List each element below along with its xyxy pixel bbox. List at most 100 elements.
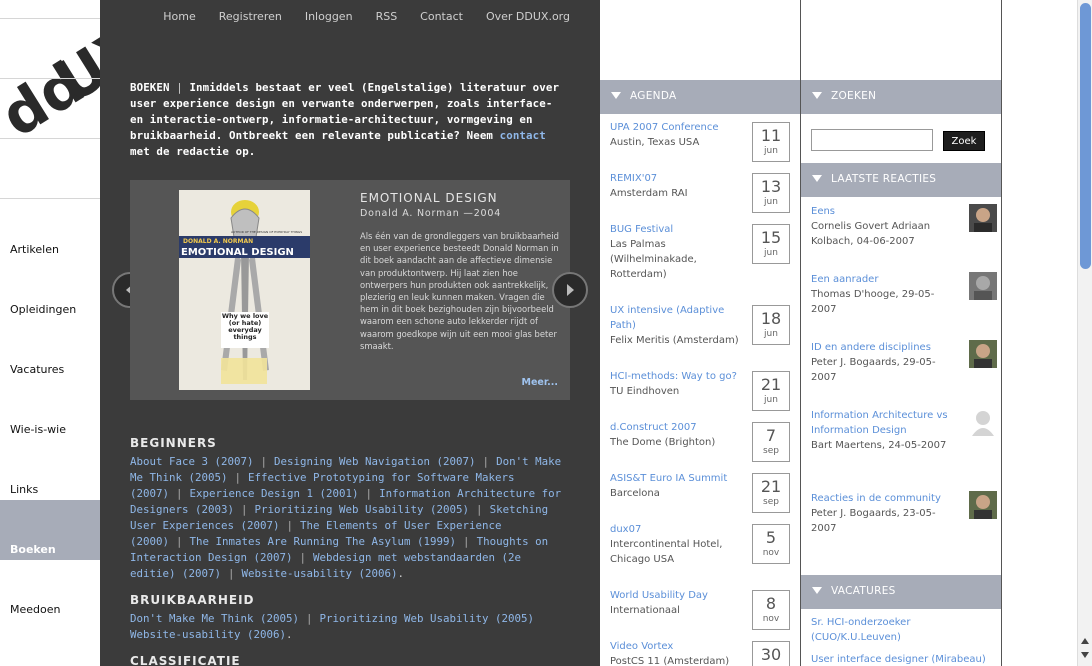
event-title-link[interactable]: UPA 2007 Conference: [610, 120, 742, 135]
event-location: Internationaal: [610, 605, 680, 616]
avatar[interactable]: [969, 340, 997, 368]
comment-title-link[interactable]: Eens: [811, 204, 951, 219]
search-header[interactable]: ZOEKEN: [801, 80, 1001, 114]
event-title-link[interactable]: d.Construct 2007: [610, 420, 742, 435]
event-location: Felix Meritis (Amsterdam): [610, 335, 739, 346]
sidebar-item-vacatures[interactable]: Vacatures: [0, 320, 100, 380]
nav-link-contact[interactable]: Contact: [420, 10, 463, 23]
section-title-classificatie: CLASSIFICATIE: [130, 654, 241, 666]
avatar[interactable]: [969, 491, 997, 519]
book-cover-image[interactable]: DONALD A. NORMAN EMOTIONAL DESIGN AUTHOR…: [179, 190, 310, 390]
event-month: jun: [764, 248, 778, 258]
nav-link-rss[interactable]: RSS: [376, 10, 398, 23]
sidebar-item-links[interactable]: Links: [0, 440, 100, 500]
sidebar-item-boeken[interactable]: Boeken: [0, 500, 100, 560]
sidebar-item-label: Meedoen: [10, 603, 61, 616]
more-link[interactable]: Meer...: [522, 377, 559, 388]
sidebar-item-label: Wie-is-wie: [10, 423, 67, 436]
search-input[interactable]: [811, 129, 933, 151]
vacatures-header[interactable]: VACATURES: [801, 575, 1001, 609]
book-link[interactable]: The Inmates Are Running The Asylum (1999…: [190, 535, 457, 548]
divider: [0, 138, 100, 139]
search-header-label: ZOEKEN: [831, 90, 877, 102]
cover-author-text: DONALD A. NORMAN: [183, 238, 253, 245]
event-location: Austin, Texas USA: [610, 137, 700, 148]
book-link[interactable]: Don't Make Me Think (2005): [130, 612, 299, 625]
user-photo-icon: [969, 272, 997, 300]
user-photo-icon: [969, 340, 997, 368]
carousel-next-button[interactable]: [552, 272, 588, 308]
event-month: sep: [763, 497, 779, 507]
event-month: jun: [764, 395, 778, 405]
event-location: Amsterdam RAI: [610, 188, 688, 199]
sidebar-item-label: Artikelen: [10, 243, 59, 256]
event-title-link[interactable]: dux07: [610, 522, 742, 537]
vacancy-link[interactable]: User interface designer (Mirabeau): [811, 652, 991, 666]
book-link[interactable]: Prioritizing Web Usability (2005): [255, 503, 470, 516]
featured-book-author: Donald A. Norman —2004: [360, 208, 502, 219]
event-day: 7: [765, 426, 777, 445]
book-link[interactable]: Website-usability (2006): [130, 628, 286, 641]
sidebar-item-wie-is-wie[interactable]: Wie-is-wie: [0, 380, 100, 440]
event-title-link[interactable]: BUG Festival: [610, 222, 742, 237]
separator: |: [260, 455, 268, 468]
avatar[interactable]: [969, 272, 997, 300]
comment-title-link[interactable]: Een aanrader: [811, 272, 951, 287]
comment-title-link[interactable]: Reacties in de community: [811, 491, 951, 506]
event-title-link[interactable]: Video Vortex: [610, 639, 742, 654]
event-title-link[interactable]: ASIS&T Euro IA Summit: [610, 471, 742, 486]
scroll-down-icon[interactable]: [1081, 652, 1089, 658]
event-date: 15 jun: [752, 224, 790, 264]
comment-title-link[interactable]: Information Architecture vs Information …: [811, 408, 951, 438]
page-scrollbar[interactable]: [1077, 0, 1092, 666]
featured-book-title[interactable]: EMOTIONAL DESIGN: [360, 191, 498, 205]
event-date: 8 nov: [752, 590, 790, 630]
sidebar-item-artikelen[interactable]: Artikelen: [0, 200, 100, 260]
book-link[interactable]: Experience Design 1 (2001): [190, 487, 359, 500]
event-title-link[interactable]: REMIX'07: [610, 171, 742, 186]
event-day: 11: [760, 126, 782, 145]
comment-meta: Thomas D'hooge, 29-05-2007: [811, 289, 935, 315]
agenda-event: HCI-methods: Way to go? TU Eindhoven 21 j…: [610, 369, 792, 411]
event-title-link[interactable]: UX intensive (Adaptive Path): [610, 303, 742, 333]
nav-link-home[interactable]: Home: [163, 10, 195, 23]
book-link[interactable]: Designing Web Navigation (2007): [274, 455, 476, 468]
comment-item: ID en andere disciplines Peter J. Bogaar…: [811, 340, 997, 385]
separator: |: [476, 503, 483, 516]
divider: [0, 78, 100, 79]
left-sidebar: dd UX Artikelen Opleidingen Vacatures Wi…: [0, 0, 100, 666]
sidebar-item-opleidingen[interactable]: Opleidingen: [0, 260, 100, 320]
book-link[interactable]: Prioritizing Web Usability (2005): [320, 612, 535, 625]
vacatures-header-label: VACATURES: [831, 585, 896, 597]
event-title-link[interactable]: HCI-methods: Way to go?: [610, 369, 742, 384]
event-day: 21: [760, 375, 782, 394]
vacancy-link[interactable]: Sr. HCI-onderzoeker (CUO/K.U.Leuven): [811, 615, 991, 645]
nav-link-inloggen[interactable]: Inloggen: [305, 10, 353, 23]
list-end: .: [286, 628, 293, 641]
agenda-event: UX intensive (Adaptive Path) Felix Merit…: [610, 303, 792, 348]
cover-small-text: AUTHOR OF THE DESIGN OF EVERYDAY THINGS: [231, 230, 302, 234]
event-title-link[interactable]: World Usability Day: [610, 588, 742, 603]
book-link[interactable]: About Face 3 (2007): [130, 455, 254, 468]
event-day: 21: [760, 477, 782, 496]
comment-title-link[interactable]: ID en andere disciplines: [811, 340, 951, 355]
comment-meta: Peter J. Bogaards, 23-05-2007: [811, 508, 936, 534]
search-button[interactable]: Zoek: [943, 131, 985, 151]
event-day: 15: [760, 228, 782, 247]
comment-meta: Bart Maertens, 24-05-2007: [811, 440, 947, 451]
contact-link[interactable]: contact: [500, 129, 546, 142]
agenda-header-label: AGENDA: [630, 90, 677, 102]
event-location: TU Eindhoven: [610, 386, 680, 397]
book-link[interactable]: Website-usability (2006): [242, 567, 398, 580]
reacties-header[interactable]: LAATSTE REACTIES: [801, 163, 1001, 197]
nav-link-over[interactable]: Over DDUX.org: [486, 10, 570, 23]
agenda-header[interactable]: AGENDA: [600, 80, 800, 114]
scroll-up-icon[interactable]: [1081, 638, 1089, 644]
avatar[interactable]: [969, 204, 997, 232]
avatar-placeholder[interactable]: [969, 408, 997, 436]
scrollbar-thumb[interactable]: [1080, 3, 1091, 269]
separator: |: [299, 551, 307, 564]
nav-link-registreren[interactable]: Registreren: [219, 10, 282, 23]
sidebar-item-meedoen[interactable]: Meedoen: [0, 560, 100, 620]
sidebar-item-label: Boeken: [10, 543, 56, 556]
